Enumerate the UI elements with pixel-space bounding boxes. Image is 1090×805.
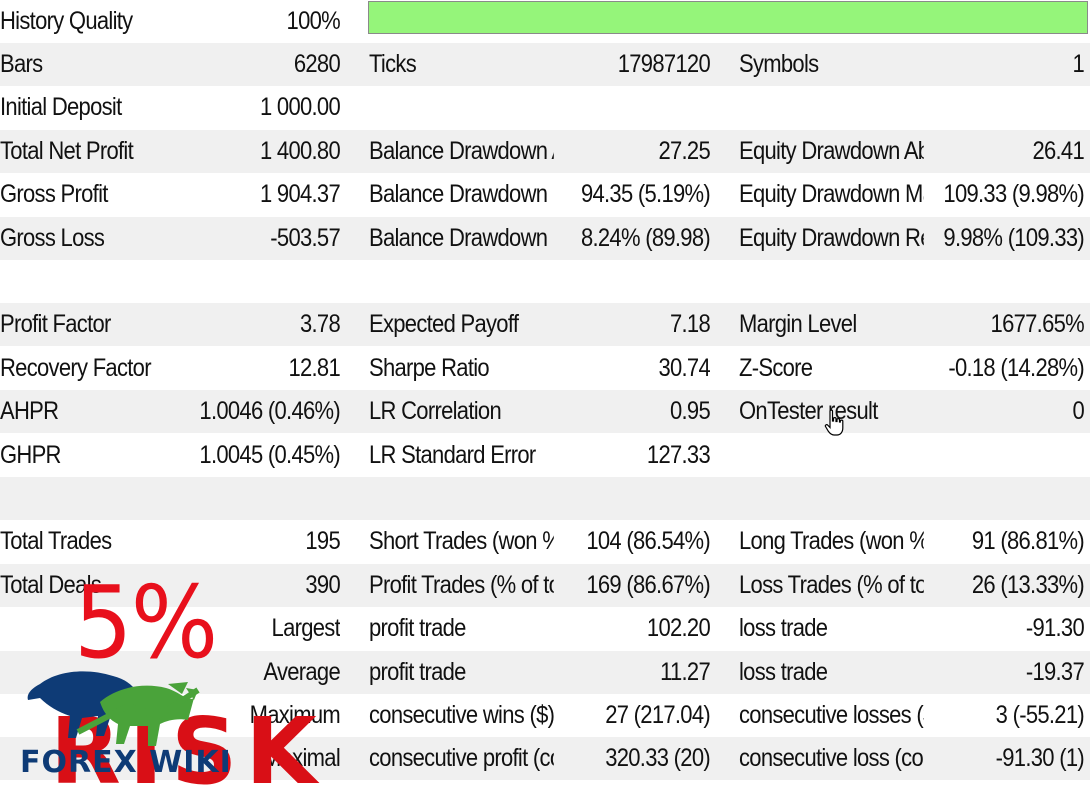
stats-label-3: consecutive loss (cou...	[739, 744, 924, 773]
stats-label-2: Short Trades (won %)	[369, 527, 554, 556]
stats-value-1	[173, 477, 340, 520]
stats-value-3	[922, 86, 1084, 129]
stats-label-2: Balance Drawdown A...	[369, 136, 554, 165]
stats-label-2	[369, 477, 554, 520]
stats-value-2: 27 (217.04)	[605, 701, 710, 729]
history-quality-bar	[368, 1, 1088, 34]
stats-label-2: Ticks	[369, 50, 417, 78]
stats-label-2: Sharpe Ratio	[369, 353, 490, 382]
stats-value-3: 26.41	[1032, 136, 1084, 165]
stats-value-1: 1.0046 (0.46%)	[199, 397, 340, 426]
stats-label-2: Profit Trades (% of tot...	[369, 570, 554, 599]
stats-label-2: profit trade	[369, 657, 466, 686]
stats-value-2: 169 (86.67%)	[586, 570, 710, 599]
stats-row: Total Trades 195 Short Trades (won %) 104 (…	[0, 520, 1090, 563]
stats-value-1: 12.81	[288, 353, 340, 382]
stats-label-3: loss trade	[739, 657, 828, 686]
stats-value-1: 1.0045 (0.45%)	[199, 440, 340, 469]
stats-label-3	[739, 86, 924, 129]
stats-label-3: consecutive losses ($)	[739, 701, 924, 729]
stats-label-3	[739, 477, 924, 520]
stats-row: Total Net Profit 1 400.80 Balance Drawdown…	[0, 129, 1090, 173]
stats-value-3	[922, 260, 1084, 303]
stats-value-2: 11.27	[660, 657, 710, 686]
stats-label-3: Equity Drawdown Rel...	[739, 223, 924, 252]
stats-value-3: -0.18 (14.28%)	[948, 353, 1084, 382]
stats-value-3: 9.98% (109.33)	[943, 223, 1084, 252]
stats-value-3: -91.30	[1025, 614, 1084, 643]
stats-label-2	[369, 86, 554, 129]
stats-value-1: 6280	[293, 50, 340, 78]
stats-value-2	[560, 86, 710, 129]
stats-label-3: Z-Score	[739, 353, 813, 382]
stats-label-3	[739, 260, 924, 303]
stats-value-1: 3.78	[299, 310, 340, 339]
stats-value-2	[560, 477, 710, 520]
stats-value-2	[560, 260, 710, 303]
stats-value-2: 0.95	[669, 397, 710, 426]
stats-value-3: 109.33 (9.98%)	[943, 180, 1084, 209]
stats-value-2: 7.18	[669, 310, 710, 339]
stats-value-1: 1 000.00	[259, 93, 340, 122]
stats-value-2: 27.25	[658, 136, 710, 165]
stats-value-2: 104 (86.54%)	[586, 527, 710, 556]
stats-value-2: 320.33 (20)	[605, 744, 710, 773]
stats-value-3	[922, 477, 1084, 520]
stats-row: Gross Loss-503.57Balance Drawdown R...8.…	[0, 216, 1090, 260]
stats-row: AHPR 1.0046 (0.46%) LR Correlation 0.95 OnTe…	[0, 390, 1090, 434]
stats-row	[0, 477, 1090, 520]
stats-label-3: Long Trades (won %)	[739, 527, 924, 556]
stats-value-2: 17987120	[617, 50, 710, 78]
stats-label-2: LR Correlation	[369, 397, 502, 426]
stats-value-1: 1 400.80	[259, 136, 340, 165]
stats-row	[0, 260, 1090, 303]
stats-label-3: Equity Drawdown Ab...	[739, 136, 924, 165]
stats-value-3	[922, 434, 1084, 477]
stats-value-2: 30.74	[658, 353, 710, 382]
stats-label-2	[369, 260, 554, 303]
stats-value-3: 1	[1072, 50, 1084, 78]
stats-value-3: -19.37	[1025, 657, 1084, 686]
stats-label-3	[739, 434, 924, 477]
history-quality-value: 100%	[286, 7, 340, 35]
stats-value-1: 1 904.37	[259, 180, 340, 209]
stats-label-3: Equity Drawdown Ma...	[739, 180, 924, 209]
stats-label-2: profit trade	[369, 614, 466, 643]
stats-value-3: 26 (13.33%)	[971, 570, 1084, 599]
stats-label-2: LR Standard Error	[369, 440, 536, 469]
stats-row: Recovery Factor 12.81 Sharpe Ratio 30.74 Z-S…	[0, 347, 1090, 390]
stats-label-3: Margin Level	[739, 310, 857, 339]
stats-label-2: Balance Drawdown M...	[369, 180, 554, 209]
stats-row: Profit Factor 3.78 Expected Payoff 7.18 Marg…	[0, 303, 1090, 347]
stats-label-3: loss trade	[739, 614, 828, 643]
stats-value-3: 1677.65%	[990, 310, 1084, 339]
history-quality-bar-fill	[369, 2, 1087, 33]
stats-row: GHPR 1.0045 (0.45%) LR Standard Error 127.3…	[0, 434, 1090, 477]
stats-row: Gross Profit1 904.37Balance Drawdown M..…	[0, 173, 1090, 216]
stats-value-3: -91.30 (1)	[995, 744, 1084, 773]
stats-label-3: Symbols	[739, 50, 819, 78]
stats-value-3: 0	[1072, 397, 1084, 426]
stats-label-2: Balance Drawdown R...	[369, 223, 554, 252]
stats-value-3: 3 (-55.21)	[995, 701, 1084, 729]
stats-label-3: Loss Trades (% of total)	[739, 570, 924, 599]
stats-value-2: 127.33	[646, 440, 710, 469]
stats-row: Initial Deposit 1 000.00	[0, 86, 1090, 129]
stats-value-2: 102.20	[646, 614, 710, 643]
stats-value-1: 195	[305, 527, 340, 556]
history-quality-row: History Quality 100%	[0, 0, 1090, 43]
stats-value-1: -503.57	[270, 223, 340, 252]
stats-label-2: consecutive wins ($)	[369, 701, 554, 729]
stats-value-2: 8.24% (89.98)	[580, 223, 710, 252]
hand-cursor-icon	[824, 409, 844, 436]
stats-value-2: 94.35 (5.19%)	[580, 180, 710, 209]
stats-label-2: Expected Payoff	[369, 310, 519, 339]
stats-label-2: consecutive profit (co...	[369, 744, 554, 773]
forex-wiki-logo-text: FOREX WIKI	[20, 745, 232, 780]
stats-value-3: 91 (86.81%)	[971, 527, 1084, 556]
stats-row: Bars 6280 Ticks 17987120 Symbols 1	[0, 43, 1090, 86]
stats-value-1	[173, 260, 340, 303]
